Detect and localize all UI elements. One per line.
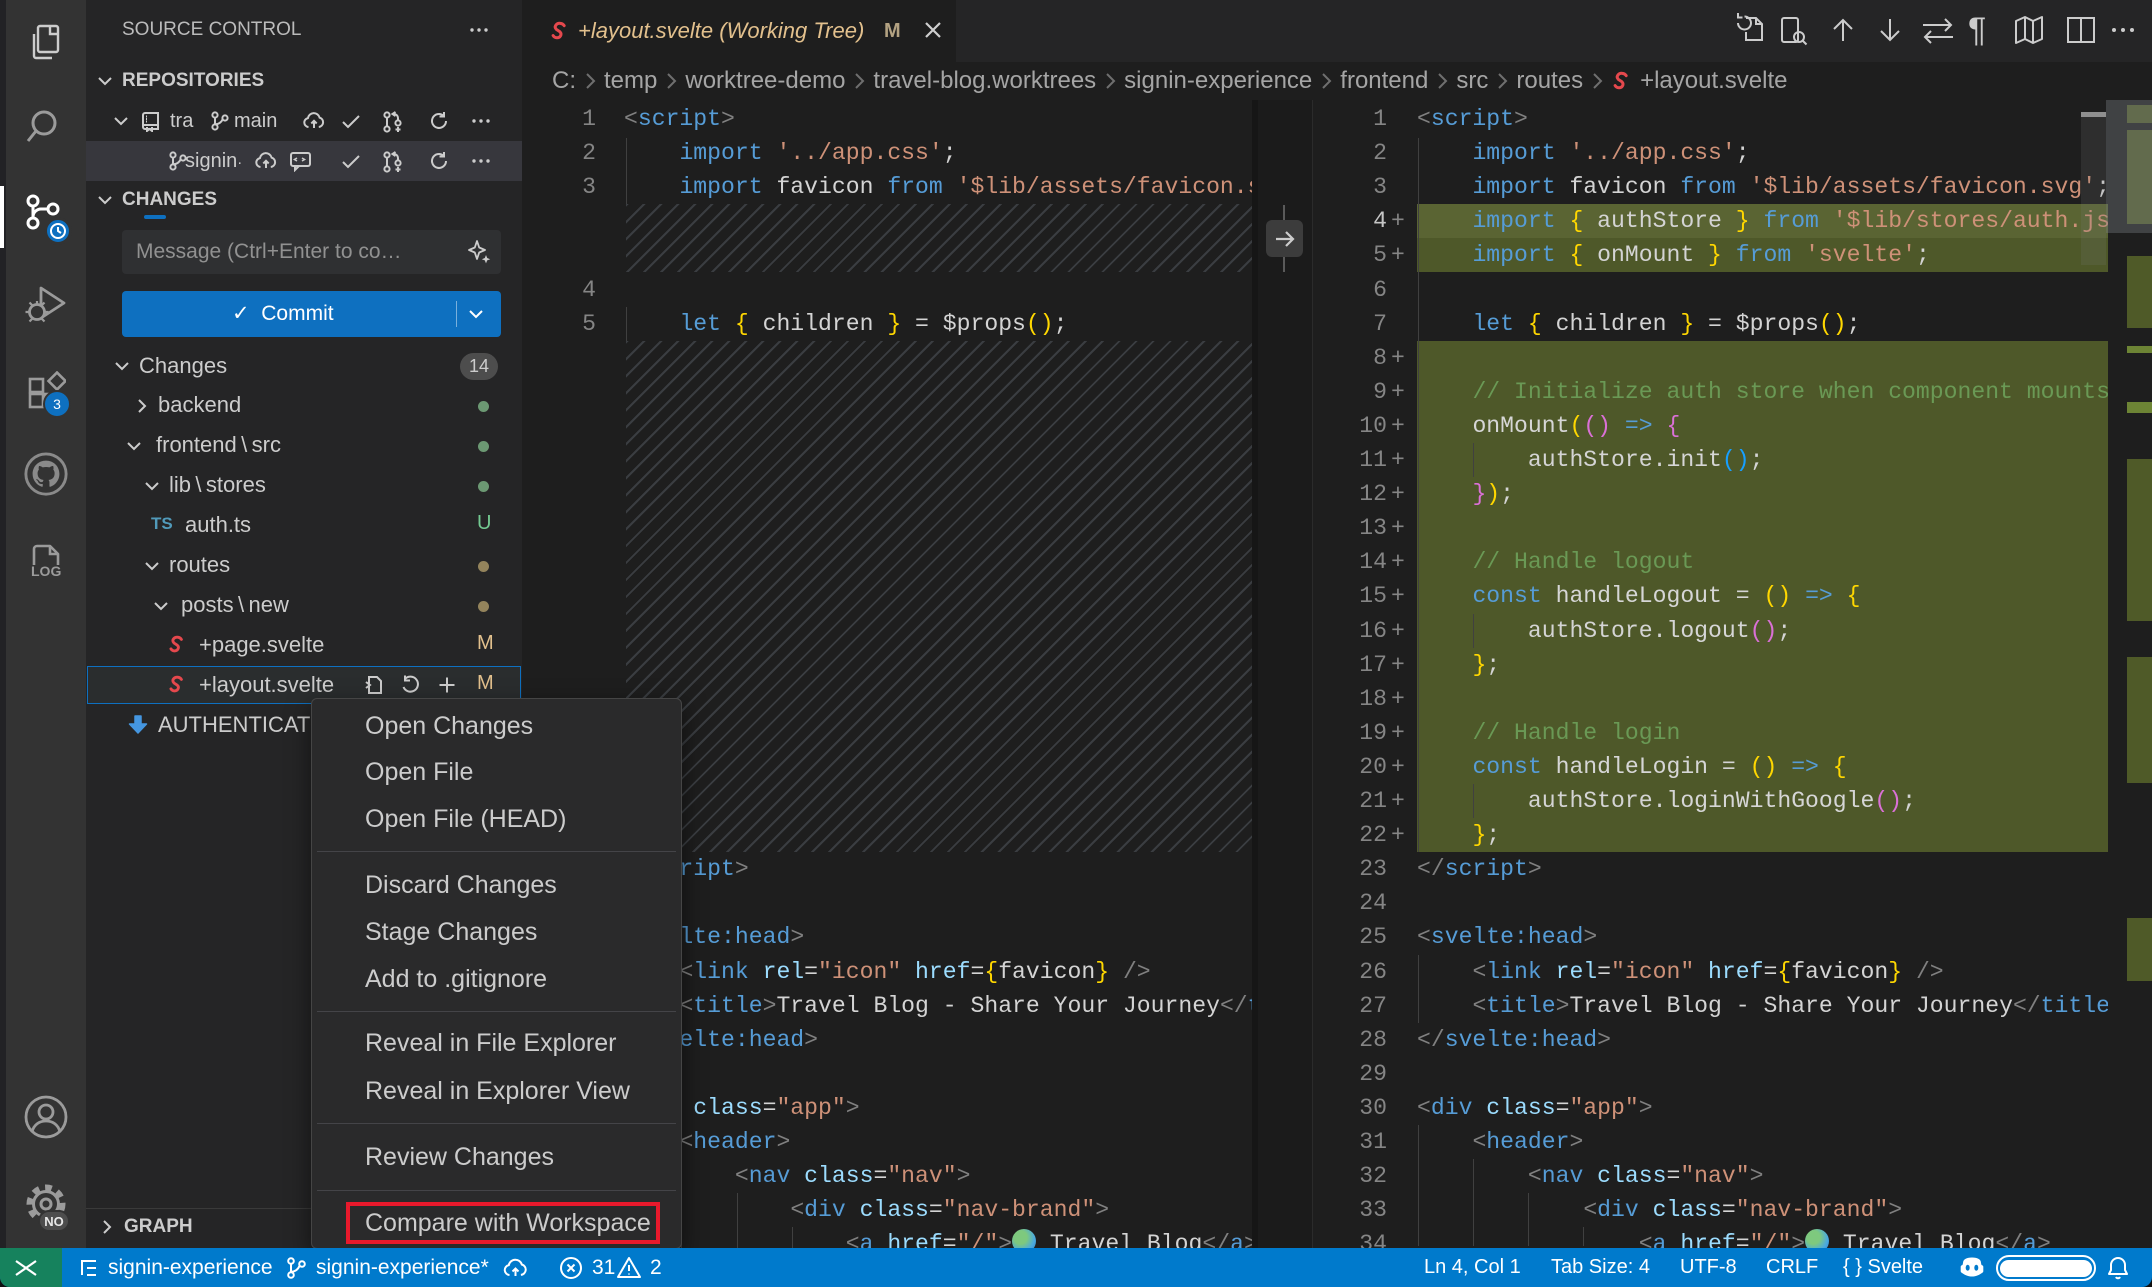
svg-text:LOG: LOG [31,563,61,579]
